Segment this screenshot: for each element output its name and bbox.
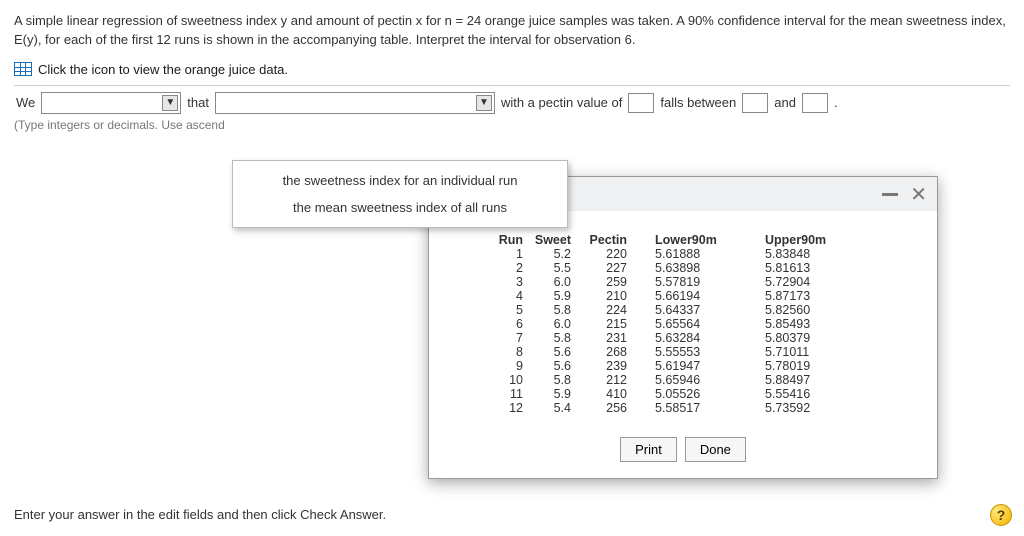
divider (14, 85, 1010, 86)
helper-text: (Type integers or decimals. Use ascend (14, 118, 1010, 132)
data-table: Run Sweet Pectin Lower90m Upper90m 15.22… (493, 233, 873, 415)
table-row: 85.62685.555535.71011 (493, 345, 873, 359)
question-text: A simple linear regression of sweetness … (14, 12, 1010, 50)
pectin-value-input[interactable] (628, 93, 654, 113)
text-with-pectin: with a pectin value of (501, 95, 622, 110)
dropdown-parameter-menu: the sweetness index for an individual ru… (232, 160, 568, 228)
text-and: and (774, 95, 796, 110)
upper-bound-input[interactable] (802, 93, 828, 113)
dropdown-confidence[interactable]: ▼ (41, 92, 181, 114)
col-lower: Lower90m (633, 233, 743, 247)
lower-bound-input[interactable] (742, 93, 768, 113)
data-link[interactable]: Click the icon to view the orange juice … (14, 62, 1010, 77)
col-pectin: Pectin (577, 233, 633, 247)
help-button[interactable]: ? (990, 504, 1012, 526)
table-icon (14, 62, 32, 76)
print-button[interactable]: Print (620, 437, 677, 462)
table-row: 25.52275.638985.81613 (493, 261, 873, 275)
dropdown-option-individual[interactable]: the sweetness index for an individual ru… (233, 167, 567, 194)
dropdown-parameter[interactable]: ▼ (215, 92, 495, 114)
text-period: . (834, 95, 838, 110)
table-row: 66.02155.655645.85493 (493, 317, 873, 331)
text-we: We (16, 95, 35, 110)
table-row: 125.42565.585175.73592 (493, 401, 873, 415)
bottom-instruction: Enter your answer in the edit fields and… (14, 507, 386, 522)
text-that: that (187, 95, 209, 110)
col-run: Run (493, 233, 529, 247)
col-sweet: Sweet (529, 233, 577, 247)
table-row: 15.22205.618885.83848 (493, 247, 873, 261)
table-row: 115.94105.055265.55416 (493, 387, 873, 401)
text-falls-between: falls between (660, 95, 736, 110)
table-header-row: Run Sweet Pectin Lower90m Upper90m (493, 233, 873, 247)
table-row: 55.82245.643375.82560 (493, 303, 873, 317)
dropdown-option-mean[interactable]: the mean sweetness index of all runs (233, 194, 567, 221)
table-row: 45.92105.661945.87173 (493, 289, 873, 303)
close-icon[interactable]: ✕ (910, 182, 927, 207)
answer-sentence: We ▼ that ▼ with a pectin value of falls… (14, 92, 1010, 114)
table-row: 105.82125.659465.88497 (493, 373, 873, 387)
table-row: 95.62395.619475.78019 (493, 359, 873, 373)
chevron-down-icon: ▼ (162, 95, 178, 111)
minimize-icon[interactable] (882, 193, 898, 196)
table-row: 75.82315.632845.80379 (493, 331, 873, 345)
done-button[interactable]: Done (685, 437, 746, 462)
chevron-down-icon: ▼ (476, 95, 492, 111)
table-row: 36.02595.578195.72904 (493, 275, 873, 289)
col-upper: Upper90m (743, 233, 853, 247)
data-link-label: Click the icon to view the orange juice … (38, 62, 288, 77)
